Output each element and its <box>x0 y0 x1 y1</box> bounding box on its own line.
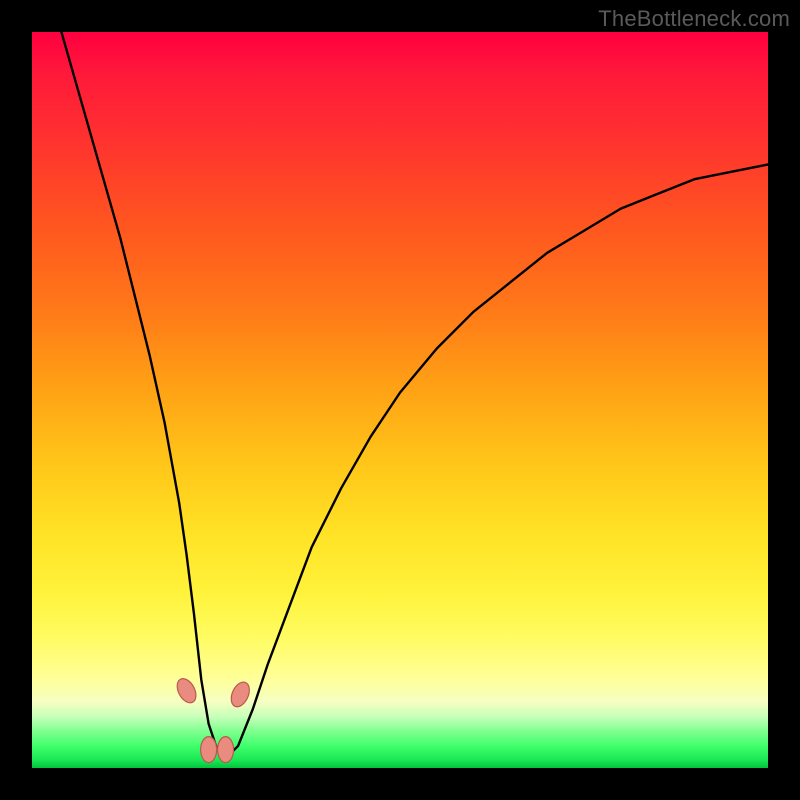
marker-bottom-left <box>201 737 217 763</box>
plot-area <box>32 32 768 768</box>
marker-left-upper <box>173 675 199 705</box>
marker-bottom-right <box>218 737 234 763</box>
bottleneck-curve <box>61 32 768 753</box>
watermark-text: TheBottleneck.com <box>598 6 790 32</box>
curve-layer <box>32 32 768 768</box>
chart-frame: TheBottleneck.com <box>0 0 800 800</box>
marker-right-upper <box>228 679 253 709</box>
